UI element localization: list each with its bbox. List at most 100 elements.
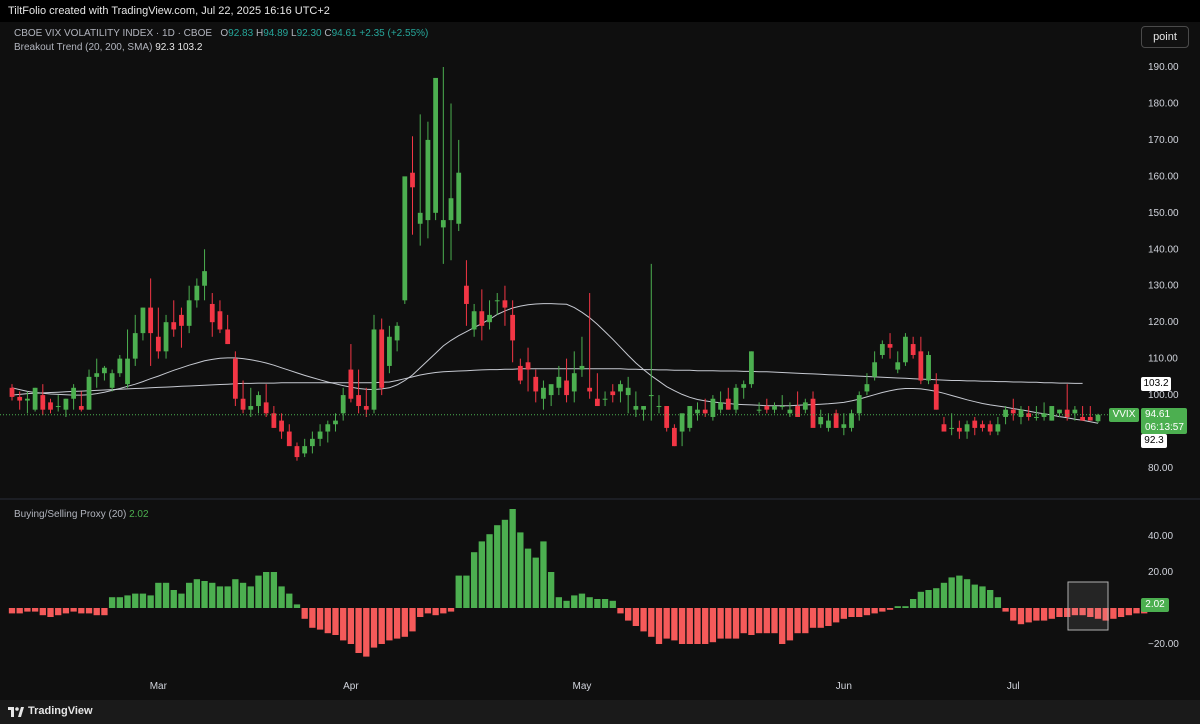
proxy-bar [702, 608, 709, 644]
highlight-box [1067, 581, 1109, 631]
proxy-bar [293, 604, 301, 608]
candle-body [733, 387, 739, 410]
candle-body [648, 395, 654, 397]
proxy-bar [678, 608, 686, 644]
proxy-bar [232, 579, 239, 608]
candle-body [117, 358, 123, 374]
proxy-bar [116, 597, 123, 608]
candle-body [471, 311, 477, 330]
candle [602, 391, 608, 407]
top-bar: TiltFolio created with TradingView.com, … [0, 0, 1200, 22]
candle-body [772, 406, 777, 410]
candle [102, 365, 107, 381]
proxy-bar [278, 586, 285, 608]
proxy-bar [863, 608, 871, 616]
indicator1-value-2: 103.2 [177, 42, 203, 53]
candle [132, 314, 138, 366]
candle [86, 369, 92, 410]
candle-body [494, 300, 500, 302]
proxy-bar [540, 541, 547, 608]
candle [25, 391, 30, 414]
candle-body [779, 406, 785, 408]
proxy-bar [370, 608, 378, 648]
proxy-axis[interactable]: 40.00 20.00 −20.00 [1148, 531, 1179, 650]
candle [826, 413, 831, 432]
candle [533, 369, 539, 403]
candle [9, 384, 15, 401]
candle [725, 387, 731, 410]
indicator2-legend[interactable]: Buying/Selling Proxy (20) 2.02 [14, 509, 149, 520]
proxy-bar [517, 532, 524, 608]
proxy-bar [987, 590, 994, 608]
candle [448, 103, 454, 261]
candle [163, 314, 169, 359]
candle-body [541, 387, 546, 399]
chart-canvas[interactable]: 80.00 100.00 110.00 120.00 130.00 140.00 150.0… [0, 22, 1200, 700]
proxy-bar [625, 608, 632, 621]
candle [71, 384, 77, 410]
candle-body [225, 329, 231, 345]
candle [802, 398, 808, 414]
candle [964, 420, 970, 439]
candle [733, 384, 739, 414]
candle-body [849, 413, 854, 428]
proxy-bar [1025, 608, 1032, 623]
candle-body [25, 398, 30, 401]
proxy-bar [355, 608, 362, 653]
indicator1-value-1: 92.3 [155, 42, 175, 53]
proxy-bar [340, 608, 347, 641]
proxy-bar [917, 591, 925, 608]
point-button[interactable]: point [1141, 26, 1189, 48]
candle [995, 416, 1001, 436]
candle [633, 391, 639, 417]
created-with-text: TiltFolio created with TradingView.com, … [8, 5, 330, 17]
proxy-bar [185, 582, 193, 608]
proxy-bar [470, 552, 478, 608]
proxy-bar [193, 579, 201, 608]
candle-body [502, 300, 508, 308]
candle-body [55, 406, 61, 408]
symbol-legend[interactable]: CBOE VIX VOLATILITY INDEX · 1D · CBOE O9… [14, 28, 428, 39]
proxy-bar [594, 599, 601, 608]
proxy-bar [201, 581, 208, 608]
candle [40, 384, 46, 416]
candle [517, 358, 523, 385]
candle-body [856, 395, 862, 414]
time-axis[interactable]: Mar Apr May Jun Jul [150, 681, 1020, 692]
proxy-bar [786, 608, 794, 641]
indicator1-legend[interactable]: Breakout Trend (20, 200, SMA) 92.3 103.2 [14, 42, 202, 53]
candle [949, 413, 955, 436]
proxy-bar [309, 608, 316, 628]
proxy-bar [617, 608, 624, 614]
candle-body [48, 402, 53, 410]
candle [987, 420, 993, 436]
candle [78, 391, 84, 412]
candles [9, 67, 1101, 461]
proxy-bar [224, 586, 231, 608]
candle [202, 249, 207, 301]
candle-body [872, 362, 878, 377]
candle [340, 387, 346, 421]
proxy-bar [1125, 608, 1132, 616]
open-label: O [220, 28, 229, 39]
proxy-bar [155, 582, 162, 608]
candle-body [387, 336, 392, 366]
candle [671, 424, 677, 447]
candle [956, 420, 962, 439]
candle [887, 333, 893, 359]
proxy-bar [393, 608, 401, 639]
proxy-bar [802, 608, 809, 634]
candle-body [826, 420, 831, 428]
candle-body [1010, 409, 1016, 414]
candle [348, 344, 354, 403]
proxy-bar [671, 608, 678, 641]
chart-area[interactable]: 80.00 100.00 110.00 120.00 130.00 140.00 150.0… [0, 22, 1200, 700]
proxy-bar [209, 582, 216, 608]
candle-body [286, 431, 292, 447]
candle [417, 114, 423, 246]
sma20-price-label: 92.3 [1141, 434, 1167, 448]
open-value: 92.83 [228, 28, 254, 39]
candle-body [402, 176, 408, 301]
proxy-tick-label: −20.00 [1148, 639, 1179, 650]
candle [872, 351, 878, 381]
